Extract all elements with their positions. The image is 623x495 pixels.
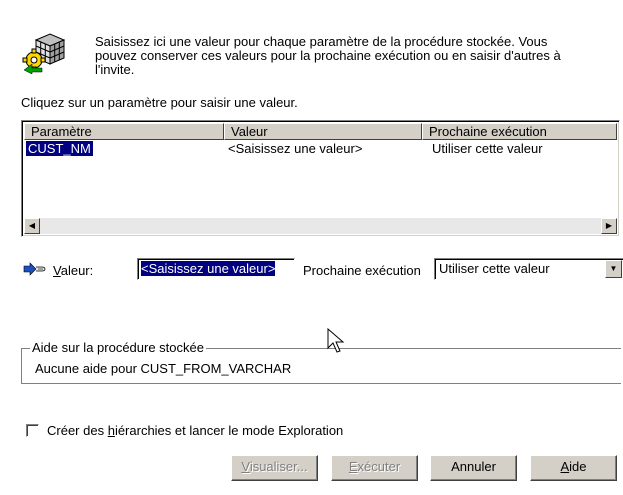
stored-procedure-icon bbox=[22, 30, 66, 75]
param-value-cell[interactable]: <Saisissez une valeur> bbox=[228, 141, 362, 156]
execute-rest: xécuter bbox=[357, 459, 401, 474]
intro-text: Saisissez ici une valeur pour chaque par… bbox=[95, 35, 605, 77]
scroll-left-button[interactable]: ◀ bbox=[24, 218, 40, 234]
arrow-left-icon: ◀ bbox=[28, 221, 36, 230]
param-name-cell[interactable]: CUST_NM bbox=[26, 141, 93, 156]
checkbox-label-part-1: Créer des bbox=[47, 423, 108, 438]
click-hint: Cliquez sur un paramètre pour saisir une… bbox=[21, 95, 298, 110]
next-execution-select[interactable]: Utiliser cette valeur ▼ bbox=[434, 258, 623, 280]
help-text: Aucune aide pour CUST_FROM_VARCHAR bbox=[35, 361, 292, 376]
value-label-rest: aleur: bbox=[60, 263, 94, 278]
scroll-right-button[interactable]: ▶ bbox=[601, 218, 617, 234]
column-header-param[interactable]: Paramètre bbox=[24, 123, 224, 140]
value-label: Valeur: bbox=[53, 263, 93, 278]
next-execution-label: Prochaine exécution bbox=[303, 263, 421, 278]
checkbox-label-part-2: iérarchies et lancer le mode Exploration bbox=[114, 423, 344, 438]
execute-key: E bbox=[348, 459, 358, 474]
value-label-key: V bbox=[53, 263, 61, 278]
help-group-title: Aide sur la procédure stockée bbox=[30, 340, 206, 355]
help-button[interactable]: Aide bbox=[530, 455, 617, 481]
checkbox-label-key: h bbox=[107, 423, 115, 438]
create-hierarchies-label[interactable]: Créer des hiérarchies et lancer le mode … bbox=[47, 423, 343, 438]
mouse-cursor-icon bbox=[327, 327, 347, 356]
pointing-hand-icon bbox=[22, 262, 48, 276]
param-next-cell[interactable]: Utiliser cette valeur bbox=[432, 141, 543, 156]
cancel-button[interactable]: Annuler bbox=[430, 455, 517, 481]
arrow-right-icon: ▶ bbox=[605, 221, 613, 230]
preview-button[interactable]: Visualiser... bbox=[231, 455, 318, 481]
intro-line-2: pouvez conserver ces valeurs pour la pro… bbox=[95, 48, 561, 63]
value-input[interactable]: <Saisissez une valeur> bbox=[137, 258, 295, 280]
column-header-next[interactable]: Prochaine exécution bbox=[422, 123, 617, 140]
preview-key: V bbox=[241, 459, 250, 474]
parameters-list[interactable]: Paramètre Valeur Prochaine exécution CUS… bbox=[21, 120, 620, 237]
chevron-down-icon: ▼ bbox=[609, 264, 618, 273]
execute-button[interactable]: Exécuter bbox=[331, 455, 418, 481]
horizontal-scrollbar[interactable]: ◀ ▶ bbox=[24, 218, 617, 234]
column-header-value[interactable]: Valeur bbox=[224, 123, 422, 140]
help-rest: ide bbox=[569, 459, 587, 474]
intro-line-1: Saisissez ici une valeur pour chaque par… bbox=[95, 34, 548, 49]
value-input-text: <Saisissez une valeur> bbox=[141, 261, 276, 276]
dropdown-button[interactable]: ▼ bbox=[605, 260, 622, 278]
preview-rest: isualiser... bbox=[249, 459, 308, 474]
help-key: A bbox=[560, 459, 570, 474]
create-hierarchies-checkbox[interactable] bbox=[26, 424, 39, 437]
next-execution-selected: Utiliser cette valeur bbox=[439, 261, 550, 276]
intro-line-3: l'invite. bbox=[95, 62, 135, 77]
